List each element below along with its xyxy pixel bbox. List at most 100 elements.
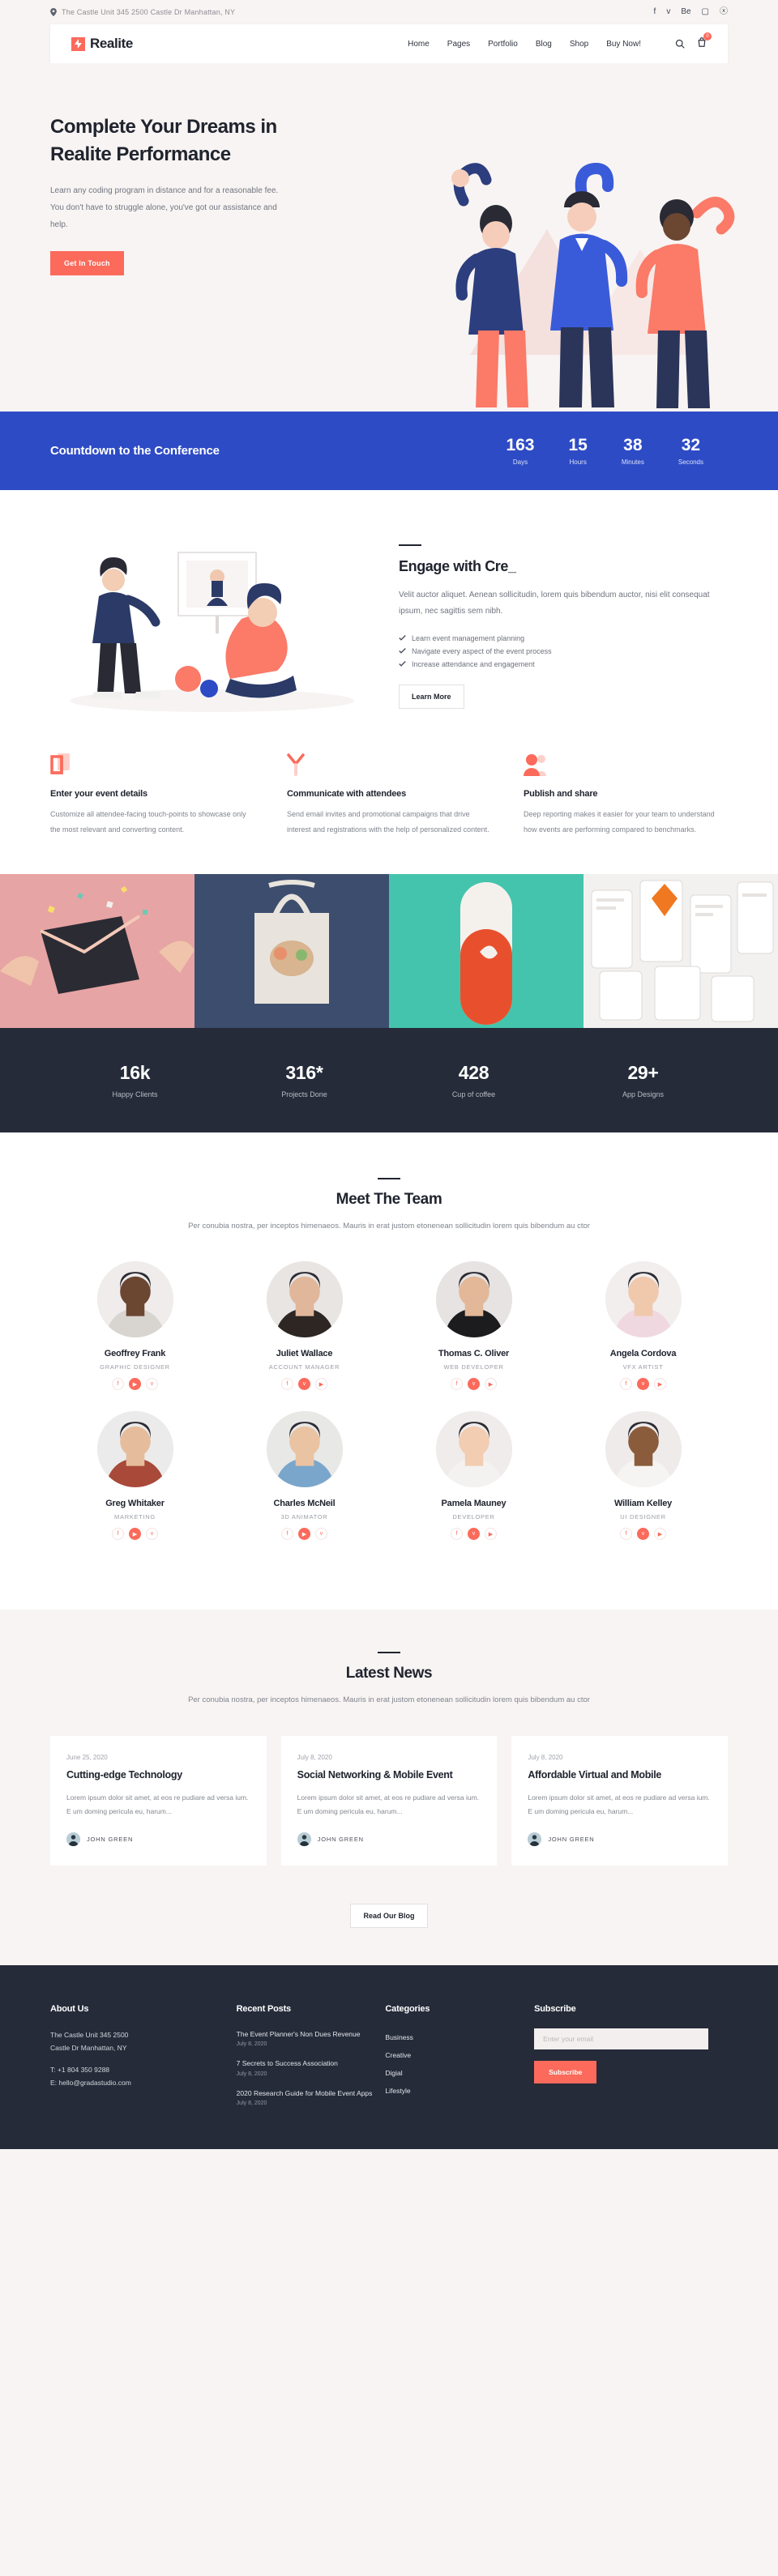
facebook-icon[interactable]: f (620, 1528, 632, 1541)
team-member: William Kelley UI DESIGNER f ᴠ ▶ (558, 1411, 728, 1541)
footer-post[interactable]: 7 Secrets to Success Association July 8,… (237, 2058, 386, 2076)
topbar-social-links: f ᴠ Be ▢ ⓧ (654, 8, 728, 16)
nav-item-home[interactable]: Home (408, 40, 430, 49)
facebook-icon[interactable]: f (281, 1378, 293, 1391)
engage-illustration (71, 552, 354, 713)
cart-button[interactable]: 0 (697, 32, 712, 51)
engage-tick-label: Navigate every aspect of the event proce… (412, 646, 552, 655)
youtube-icon[interactable]: ᴠ (298, 1378, 310, 1391)
twitter-icon[interactable]: ᴠ (146, 1378, 158, 1391)
nav-item-buy-now[interactable]: Buy Now! (606, 40, 641, 49)
youtube-icon[interactable]: ᴠ (468, 1528, 480, 1541)
news-card[interactable]: June 25, 2020 Cutting-edge Technology Lo… (50, 1736, 267, 1866)
dribbble-icon[interactable]: ⓧ (720, 8, 728, 16)
nav-item-portfolio[interactable]: Portfolio (488, 40, 518, 49)
footer-post[interactable]: The Event Planner's Non Dues Revenue Jul… (237, 2028, 386, 2047)
footer-post-title: 2020 Research Guide for Mobile Event App… (236, 2088, 373, 2097)
footer-post-title: The Event Planner's Non Dues Revenue (236, 2029, 361, 2038)
team-member-socials: f ᴠ ▶ (558, 1378, 728, 1391)
app-screens-photo[interactable] (584, 873, 778, 1028)
team-member-name: Geoffrey Frank (104, 1349, 166, 1359)
youtube-icon[interactable]: ▶ (298, 1528, 310, 1541)
learn-more-button[interactable]: Learn More (399, 684, 464, 709)
facebook-icon[interactable]: f (654, 8, 656, 16)
news-date: July 8, 2020 (528, 1754, 563, 1761)
engage-tick-item: Increase attendance and engagement (399, 658, 728, 671)
site-footer: About Us The Castle Unit 345 2500 Castle… (0, 1964, 778, 2150)
news-card[interactable]: July 8, 2020 Affordable Virtual and Mobi… (511, 1736, 729, 1866)
youtube-icon[interactable]: ▶ (129, 1528, 141, 1541)
countdown-days: 163 Days (506, 436, 534, 466)
twitter-icon[interactable]: ᴠ (146, 1528, 158, 1541)
topbar-address-text: The Castle Unit 345 2500 Castle Dr Manha… (62, 8, 236, 16)
facebook-icon[interactable]: f (112, 1528, 124, 1541)
twitter-icon[interactable]: ▶ (315, 1378, 327, 1391)
countdown-section: Countdown to the Conference 163 Days 15 … (0, 412, 778, 491)
team-member-name: Angela Cordova (609, 1349, 677, 1359)
twitter-icon[interactable]: ▶ (485, 1378, 497, 1391)
topbar: The Castle Unit 345 2500 Castle Dr Manha… (0, 0, 778, 24)
engage-tick-label: Learn event management planning (412, 633, 525, 642)
team-member-role: ACCOUNT MANAGER (268, 1363, 340, 1371)
twitter-icon[interactable]: ▶ (654, 1528, 666, 1541)
team-member-socials: f ᴠ ▶ (389, 1528, 558, 1541)
countdown-seconds-value: 32 (681, 436, 701, 454)
countdown-days-label: Days (512, 458, 528, 467)
youtube-icon[interactable]: ᴠ (637, 1528, 649, 1541)
facebook-icon[interactable]: f (281, 1528, 293, 1541)
brand-name: Realite (90, 36, 133, 51)
envelope-confetti-photo[interactable] (0, 873, 194, 1028)
nav-item-blog[interactable]: Blog (536, 40, 552, 49)
instagram-icon[interactable]: ▢ (702, 8, 709, 16)
facebook-icon[interactable]: f (112, 1378, 124, 1391)
news-excerpt: Lorem ipsum dolor sit amet, at eos re pu… (297, 1793, 480, 1816)
footer-phone: T: +1 804 350 9288 (50, 2065, 110, 2074)
twitter-icon[interactable]: ᴠ (315, 1528, 327, 1541)
news-card-title: Social Networking & Mobile Event (297, 1769, 453, 1781)
nav-item-shop[interactable]: Shop (570, 40, 588, 49)
subscribe-email-input[interactable] (534, 2028, 709, 2049)
footer-category-business[interactable]: Business (385, 2028, 534, 2046)
logo[interactable]: Realite (71, 36, 133, 52)
twitter-icon[interactable]: ▶ (654, 1378, 666, 1391)
engage-section: Engage with Cre_ Velit auctor aliquet. A… (0, 490, 778, 746)
countdown-days-value: 163 (506, 436, 535, 454)
footer-email: E: hello@gradastudio.com (50, 2079, 131, 2088)
youtube-icon[interactable]: ᴠ (637, 1378, 649, 1391)
countdown-minutes: 38 Minutes (622, 436, 644, 466)
team-member-socials: f ᴠ ▶ (389, 1378, 558, 1391)
subscribe-button[interactable]: Subscribe (534, 2060, 597, 2083)
section-rule (399, 544, 421, 546)
hero-content: Complete Your Dreams in Realite Performa… (0, 63, 778, 276)
engage-tick-list: Learn event management planning Navigate… (399, 632, 728, 671)
news-subtitle: Per conubia nostra, per inceptos himenae… (188, 1695, 590, 1705)
features-section: Enter your event details Customize all a… (0, 745, 778, 874)
behance-icon[interactable]: Be (681, 8, 690, 16)
youtube-icon[interactable]: ▶ (129, 1378, 141, 1391)
facebook-icon[interactable]: f (451, 1378, 463, 1391)
news-date: July 8, 2020 (297, 1754, 332, 1761)
twitter-icon[interactable]: ᴠ (666, 8, 670, 16)
footer-category-digial[interactable]: Digial (385, 2064, 534, 2082)
stat-item: 316* Projects Done (220, 1062, 389, 1098)
youtube-icon[interactable]: ᴠ (468, 1378, 480, 1391)
check-icon (399, 635, 406, 641)
footer-subscribe-title: Subscribe (534, 2003, 576, 2014)
team-member: Angela Cordova VFX ARTIST f ᴠ ▶ (558, 1261, 728, 1391)
read-our-blog-button[interactable]: Read Our Blog (350, 1903, 428, 1928)
team-member-role: WEB DEVELOPER (443, 1363, 504, 1371)
header-actions: 0 (675, 32, 712, 51)
facebook-icon[interactable]: f (620, 1378, 632, 1391)
footer-category-creative[interactable]: Creative (385, 2046, 534, 2064)
footer-category-lifestyle[interactable]: Lifestyle (385, 2082, 534, 2100)
footer-post-date: July 8, 2020 (236, 2041, 267, 2048)
bottle-product-photo[interactable] (389, 873, 584, 1028)
footer-post[interactable]: 2020 Research Guide for Mobile Event App… (237, 2088, 386, 2106)
search-icon[interactable] (675, 39, 685, 49)
facebook-icon[interactable]: f (451, 1528, 463, 1541)
tote-bag-photo[interactable] (194, 873, 389, 1028)
get-in-touch-button[interactable]: Get In Touch (50, 251, 124, 276)
twitter-icon[interactable]: ▶ (485, 1528, 497, 1541)
nav-item-pages[interactable]: Pages (447, 40, 470, 49)
news-card[interactable]: July 8, 2020 Social Networking & Mobile … (280, 1736, 498, 1866)
